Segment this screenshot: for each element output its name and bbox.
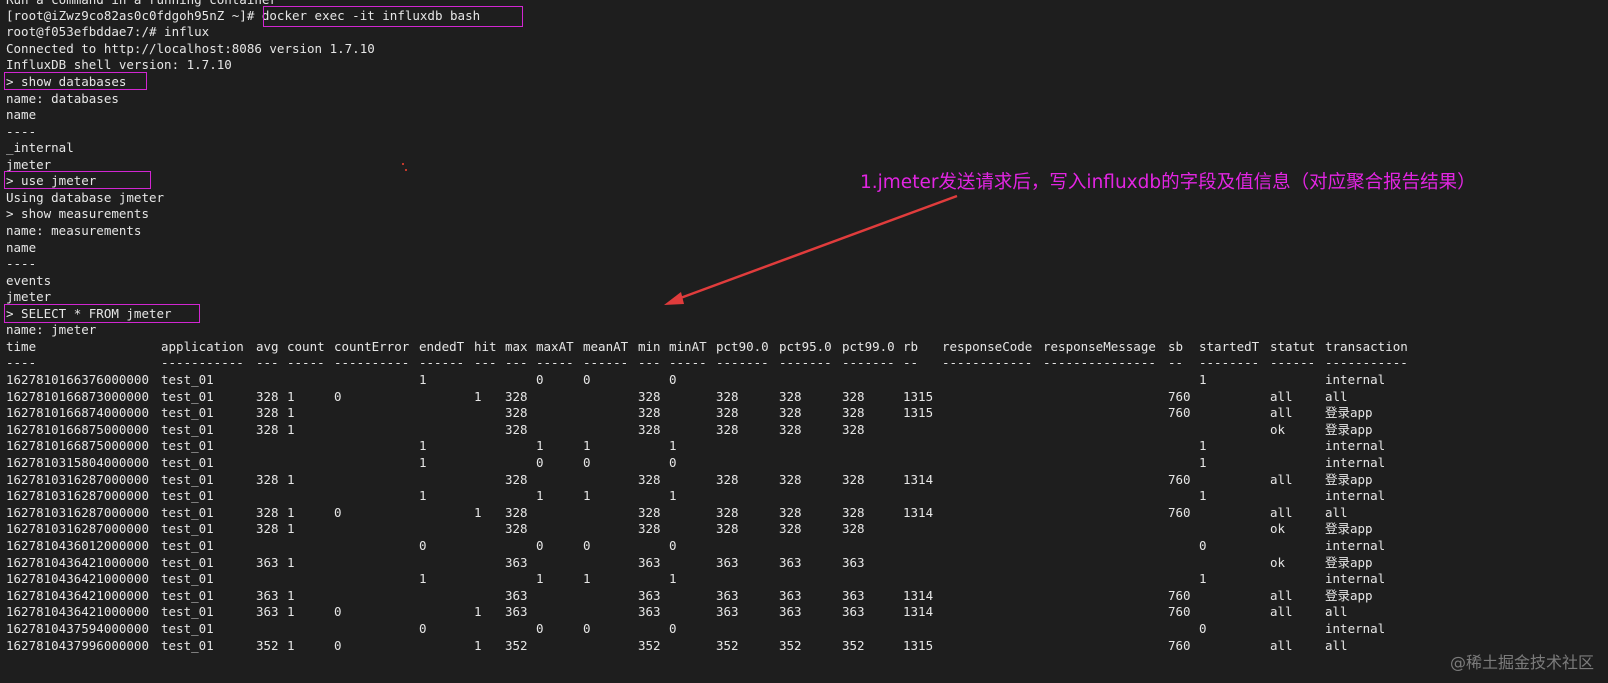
arrow-shaft xyxy=(674,194,958,302)
arrow-head xyxy=(664,292,684,305)
annotation-text: 1.jmeter发送请求后，写入influxdb的字段及值信息（对应聚合报告结果… xyxy=(860,172,1476,193)
arrow-icon xyxy=(664,194,958,305)
watermark: @稀土掘金技术社区 xyxy=(1449,653,1594,672)
